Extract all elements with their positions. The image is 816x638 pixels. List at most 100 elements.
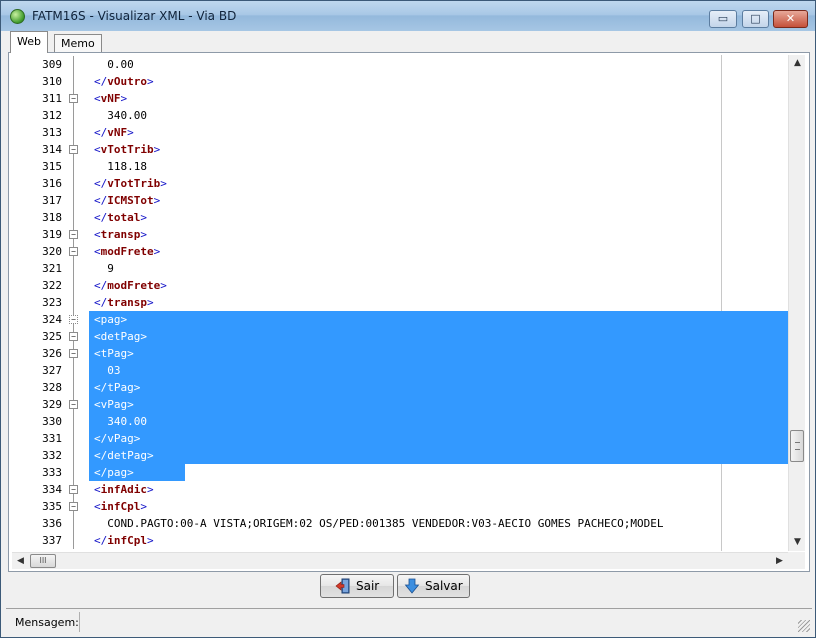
fold-guide (68, 107, 80, 124)
horizontal-scroll-thumb[interactable]: III (30, 554, 56, 568)
fold-guide (68, 515, 80, 532)
line-number: 321 (42, 262, 62, 275)
code-line[interactable]: 320− <modFrete> (12, 243, 788, 260)
fold-guide (68, 379, 80, 396)
fold-toggle-icon[interactable]: − (68, 243, 80, 260)
code-line[interactable]: 312 340.00 (12, 107, 788, 124)
code-line[interactable]: 324− <pag> (12, 311, 788, 328)
xml-open-tag: <transp> (94, 228, 147, 241)
vertical-scroll-thumb[interactable] (790, 430, 804, 462)
code-line[interactable]: 335− <infCpl> (12, 498, 788, 515)
line-number: 310 (42, 75, 62, 88)
selection-highlight (89, 447, 788, 464)
line-number: 312 (42, 109, 62, 122)
xml-close-tag: </tPag> (94, 381, 141, 394)
tab-web[interactable]: Web (10, 31, 48, 53)
xml-text-value: 9 (107, 262, 114, 275)
fold-toggle-icon[interactable]: − (68, 90, 80, 107)
fold-toggle-icon[interactable]: − (68, 226, 80, 243)
fold-guide (68, 430, 80, 447)
line-number: 332 (42, 449, 62, 462)
fold-toggle-icon[interactable]: − (68, 328, 80, 345)
line-number: 315 (42, 160, 62, 173)
code-line[interactable]: 336 COND.PAGTO:00-A VISTA;ORIGEM:02 OS/P… (12, 515, 788, 532)
code-line[interactable]: 310 </vOutro> (12, 73, 788, 90)
fold-guide (68, 158, 80, 175)
xml-text-value: COND.PAGTO:00-A VISTA;ORIGEM:02 OS/PED:0… (107, 517, 664, 530)
code-line[interactable]: 332 </detPag> (12, 447, 788, 464)
line-number: 336 (42, 517, 62, 530)
fold-toggle-icon[interactable]: − (68, 481, 80, 498)
line-number: 311 (42, 92, 62, 105)
code-line[interactable]: 315 118.18 (12, 158, 788, 175)
scroll-right-arrow-icon[interactable]: ▶ (771, 553, 788, 570)
fold-toggle-icon[interactable]: − (68, 141, 80, 158)
xml-open-tag: <infCpl> (94, 500, 147, 513)
code-line[interactable]: 322 </modFrete> (12, 277, 788, 294)
line-number: 326 (42, 347, 62, 360)
salvar-button[interactable]: Salvar (397, 574, 470, 598)
xml-close-tag: </ICMSTot> (94, 194, 161, 207)
code-line[interactable]: 311− <vNF> (12, 90, 788, 107)
fold-toggle-icon[interactable]: − (68, 311, 80, 328)
fold-guide (68, 175, 80, 192)
resize-grip-icon[interactable] (798, 620, 810, 632)
status-bar: Mensagem: (6, 608, 812, 634)
code-line[interactable]: 313 </vNF> (12, 124, 788, 141)
fold-toggle-icon[interactable]: − (68, 498, 80, 515)
xml-close-tag: </infCpl> (94, 534, 154, 547)
code-line[interactable]: 314− <vTotTrib> (12, 141, 788, 158)
code-line[interactable]: 329− <vPag> (12, 396, 788, 413)
scroll-up-arrow-icon[interactable]: ▲ (789, 55, 806, 72)
close-button[interactable]: ✕ (773, 10, 808, 28)
app-icon (10, 9, 25, 24)
code-line[interactable]: 319− <transp> (12, 226, 788, 243)
code-line[interactable]: 328 </tPag> (12, 379, 788, 396)
code-line[interactable]: 334− <infAdic> (12, 481, 788, 498)
fold-toggle-icon[interactable]: − (68, 345, 80, 362)
selection-highlight (89, 345, 788, 362)
line-number: 318 (42, 211, 62, 224)
tab-strip: Web Memo (5, 31, 811, 53)
fold-guide (68, 73, 80, 90)
code-line[interactable]: 325− <detPag> (12, 328, 788, 345)
title-bar[interactable]: FATM16S - Visualizar XML - Via BD ▭ □ ✕ (1, 1, 815, 31)
code-line[interactable]: 330 340.00 (12, 413, 788, 430)
xml-close-tag: </detPag> (94, 449, 154, 462)
xml-text-value: 340.00 (107, 109, 147, 122)
minimize-button[interactable]: ▭ (709, 10, 737, 28)
xml-text-value: 340.00 (107, 415, 147, 428)
xml-open-tag: <vPag> (94, 398, 134, 411)
code-line[interactable]: 318 </total> (12, 209, 788, 226)
line-number: 322 (42, 279, 62, 292)
selection-highlight (89, 311, 788, 328)
line-number: 316 (42, 177, 62, 190)
code-line[interactable]: 316 </vTotTrib> (12, 175, 788, 192)
vertical-scrollbar[interactable]: ▲ ▼ (788, 55, 805, 551)
horizontal-scrollbar[interactable]: ◀ III ▶ (12, 552, 788, 569)
line-number: 317 (42, 194, 62, 207)
code-line[interactable]: 327 03 (12, 362, 788, 379)
code-line[interactable]: 309 0.00 (12, 56, 788, 73)
line-number: 337 (42, 534, 62, 547)
line-number: 323 (42, 296, 62, 309)
fold-guide (68, 56, 80, 73)
code-line[interactable]: 323 </transp> (12, 294, 788, 311)
scroll-left-arrow-icon[interactable]: ◀ (12, 553, 29, 570)
fold-toggle-icon[interactable]: − (68, 396, 80, 413)
code-line[interactable]: 317 </ICMSTot> (12, 192, 788, 209)
maximize-button[interactable]: □ (742, 10, 769, 28)
code-line[interactable]: 331 </vPag> (12, 430, 788, 447)
fold-guide (68, 294, 80, 311)
tab-memo[interactable]: Memo (54, 34, 102, 53)
xml-text-value: 0.00 (107, 58, 134, 71)
scroll-down-arrow-icon[interactable]: ▼ (789, 534, 806, 551)
fold-guide (68, 209, 80, 226)
xml-editor[interactable]: 309 0.00 310 </vOutro> 311− <vNF> 312 340.00 3… (12, 55, 788, 551)
sair-button[interactable]: Sair (320, 574, 394, 598)
code-line[interactable]: 321 9 (12, 260, 788, 277)
code-line[interactable]: 326− <tPag> (12, 345, 788, 362)
code-line[interactable]: 337 </infCpl> (12, 532, 788, 549)
code-line[interactable]: 333 </pag> (12, 464, 788, 481)
fold-guide (68, 532, 80, 549)
